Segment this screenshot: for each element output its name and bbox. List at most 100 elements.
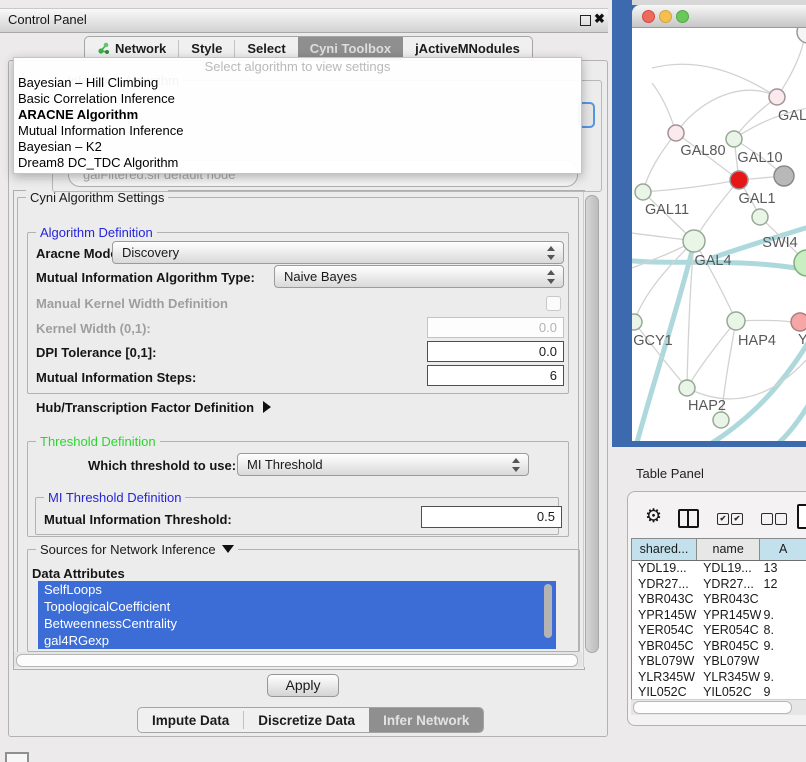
table-hscrollbar-thumb[interactable]	[633, 701, 792, 714]
tab-impute-data[interactable]: Impute Data	[138, 708, 243, 732]
list-item-gal4rgexp[interactable]: gal4RGexp	[38, 632, 556, 649]
table-row[interactable]: YDL19... YDL19... 13	[632, 561, 806, 577]
cyni-algorithm-settings-title: Cyni Algorithm Settings	[26, 190, 168, 205]
mi-algorithm-type-combo[interactable]: Naive Bayes	[274, 265, 564, 288]
hub-section-label: Hub/Transcription Factor Definition	[36, 400, 254, 415]
control-panel-title: Control Panel	[8, 12, 87, 27]
close-traffic-light[interactable]	[642, 10, 655, 23]
algorithm-dropdown-placeholder: Select algorithm to view settings	[14, 58, 581, 75]
threshold-definition-title: Threshold Definition	[36, 434, 160, 449]
column-header-name[interactable]: name	[697, 539, 760, 560]
mi-algorithm-type-label: Mutual Information Algorithm Type:	[36, 270, 255, 285]
which-threshold-label: Which threshold to use:	[88, 458, 236, 473]
document-icon[interactable]	[797, 504, 806, 529]
node-label-hap4: HAP4	[738, 333, 776, 349]
node-label-gal10: GAL10	[737, 150, 782, 166]
close-icon[interactable]: ✖	[594, 11, 605, 27]
manual-kernel-checkbox[interactable]	[546, 296, 561, 311]
dropdown-item-basic-correlation[interactable]: Basic Correlation Inference	[14, 91, 581, 107]
settings-vscrollbar-thumb[interactable]	[585, 195, 599, 653]
hub-section-toggle[interactable]: Hub/Transcription Factor Definition	[36, 400, 271, 415]
table-row[interactable]: YLR345W YLR345W 9.	[632, 670, 806, 686]
node-partial-top[interactable]	[797, 28, 806, 43]
checked-checkbox-icon[interactable]: ✔	[717, 513, 729, 525]
zoom-traffic-light[interactable]	[676, 10, 689, 23]
unchecked-checkbox-icon[interactable]	[775, 513, 787, 525]
mi-threshold-input[interactable]: 0.5	[421, 506, 562, 528]
node-gal11[interactable]	[635, 184, 651, 200]
floating-panel-icon[interactable]	[5, 752, 29, 762]
node-gal4[interactable]	[683, 230, 705, 252]
dropdown-item-bayesian-hill[interactable]: Bayesian – Hill Climbing	[14, 75, 581, 91]
node-pink-top[interactable]	[769, 89, 785, 105]
column-header-shared-name[interactable]: shared...	[632, 539, 697, 560]
list-item-selfloops[interactable]: SelfLoops	[38, 581, 556, 598]
node-gal10[interactable]	[726, 131, 742, 147]
node-big-green[interactable]	[794, 250, 806, 276]
dropdown-item-aracne[interactable]: ARACNE Algorithm	[14, 107, 581, 123]
data-attributes-label: Data Attributes	[32, 566, 125, 581]
expand-arrow-icon	[263, 401, 271, 413]
aracne-mode-value: Discovery	[122, 245, 179, 260]
node-label-gcy1: GCY1	[633, 333, 673, 349]
tab-infer-network[interactable]: Infer Network	[369, 708, 483, 732]
node-label-gal4: GAL4	[694, 253, 731, 269]
screen: Control Panel ✖ Network Style Select Cyn…	[0, 0, 806, 762]
dpi-tolerance-input[interactable]: 0.0	[427, 341, 564, 362]
node-label-gal11: GAL11	[645, 202, 689, 218]
node-hap4[interactable]	[727, 312, 745, 330]
list-item-topologicalcoefficient[interactable]: TopologicalCoefficient	[38, 598, 556, 615]
network-canvas[interactable]: GAL GAL80 GAL10 GAL1 GAL11 SWI4 GAL4 GCY…	[632, 28, 806, 441]
aracne-mode-label: Aracne Mode:	[36, 246, 122, 261]
node-bottom-green[interactable]	[713, 412, 729, 428]
mi-threshold-label: Mutual Information Threshold:	[44, 512, 232, 527]
node-label-y-partial: Y	[798, 332, 806, 348]
node-swi4[interactable]	[752, 209, 768, 225]
mi-steps-input[interactable]: 6	[427, 365, 564, 386]
table-panel-title: Table Panel	[636, 466, 704, 481]
table-row[interactable]: YBR045C YBR045C 9.	[632, 639, 806, 655]
dropdown-item-mutual-information[interactable]: Mutual Information Inference	[14, 123, 581, 139]
attributes-list-scrollbar[interactable]	[544, 584, 552, 638]
list-item-betweennesscentrality[interactable]: BetweennessCentrality	[38, 615, 556, 632]
dropdown-item-bayesian-k2[interactable]: Bayesian – K2	[14, 139, 581, 155]
dropdown-item-dream8[interactable]: Dream8 DC_TDC Algorithm	[14, 155, 581, 171]
table-row[interactable]: YBR043C YBR043C	[632, 592, 806, 608]
checked-checkbox-icon[interactable]: ✔	[731, 513, 743, 525]
table-row[interactable]: YPR145W YPR145W 9.	[632, 608, 806, 624]
column-header-partial[interactable]: A	[760, 539, 806, 560]
split-panel-icon[interactable]	[678, 509, 699, 528]
node-label-gal-partial: GAL	[778, 108, 806, 124]
network-window-titlebar[interactable]	[632, 5, 806, 28]
node-label-gal1: GAL1	[738, 191, 775, 207]
float-window-icon[interactable]	[580, 15, 591, 26]
tab-discretize-data[interactable]: Discretize Data	[244, 708, 369, 732]
apply-button[interactable]: Apply	[267, 674, 339, 697]
node-gal1[interactable]	[730, 171, 748, 189]
aracne-mode-combo[interactable]: Discovery	[112, 241, 564, 264]
node-gcy1[interactable]	[632, 314, 642, 330]
control-panel-titlebar: Control Panel ✖	[0, 8, 608, 33]
which-threshold-combo[interactable]: MI Threshold	[237, 453, 529, 476]
table-row[interactable]: YER054C YER054C 8.	[632, 623, 806, 639]
stepper-icon	[547, 246, 555, 260]
data-attributes-list: SelfLoops TopologicalCoefficient Between…	[38, 581, 556, 649]
mi-algorithm-type-value: Naive Bayes	[284, 269, 357, 284]
table-row[interactable]: YDR27... YDR27... 12	[632, 577, 806, 593]
table-row[interactable]: YBL079W YBL079W	[632, 654, 806, 670]
node-hap2[interactable]	[679, 380, 695, 396]
node-label-hap2: HAP2	[688, 398, 726, 414]
settings-hscrollbar-thumb[interactable]	[16, 654, 578, 667]
table-header-row: shared... name A	[632, 539, 806, 561]
gear-icon[interactable]: ⚙	[645, 505, 662, 528]
minimize-traffic-light[interactable]	[659, 10, 672, 23]
node-gray[interactable]	[774, 166, 794, 186]
unchecked-checkbox-icon[interactable]	[761, 513, 773, 525]
sources-group-title[interactable]: Sources for Network Inference	[36, 542, 238, 557]
node-gal80[interactable]	[668, 125, 684, 141]
mi-steps-label: Mutual Information Steps:	[36, 370, 196, 385]
node-salmon[interactable]	[791, 313, 806, 331]
algorithm-dropdown-popup: Select algorithm to view settings Bayesi…	[13, 57, 582, 174]
kernel-width-input[interactable]: 0.0	[427, 317, 564, 338]
tab-network-label: Network	[115, 41, 166, 56]
